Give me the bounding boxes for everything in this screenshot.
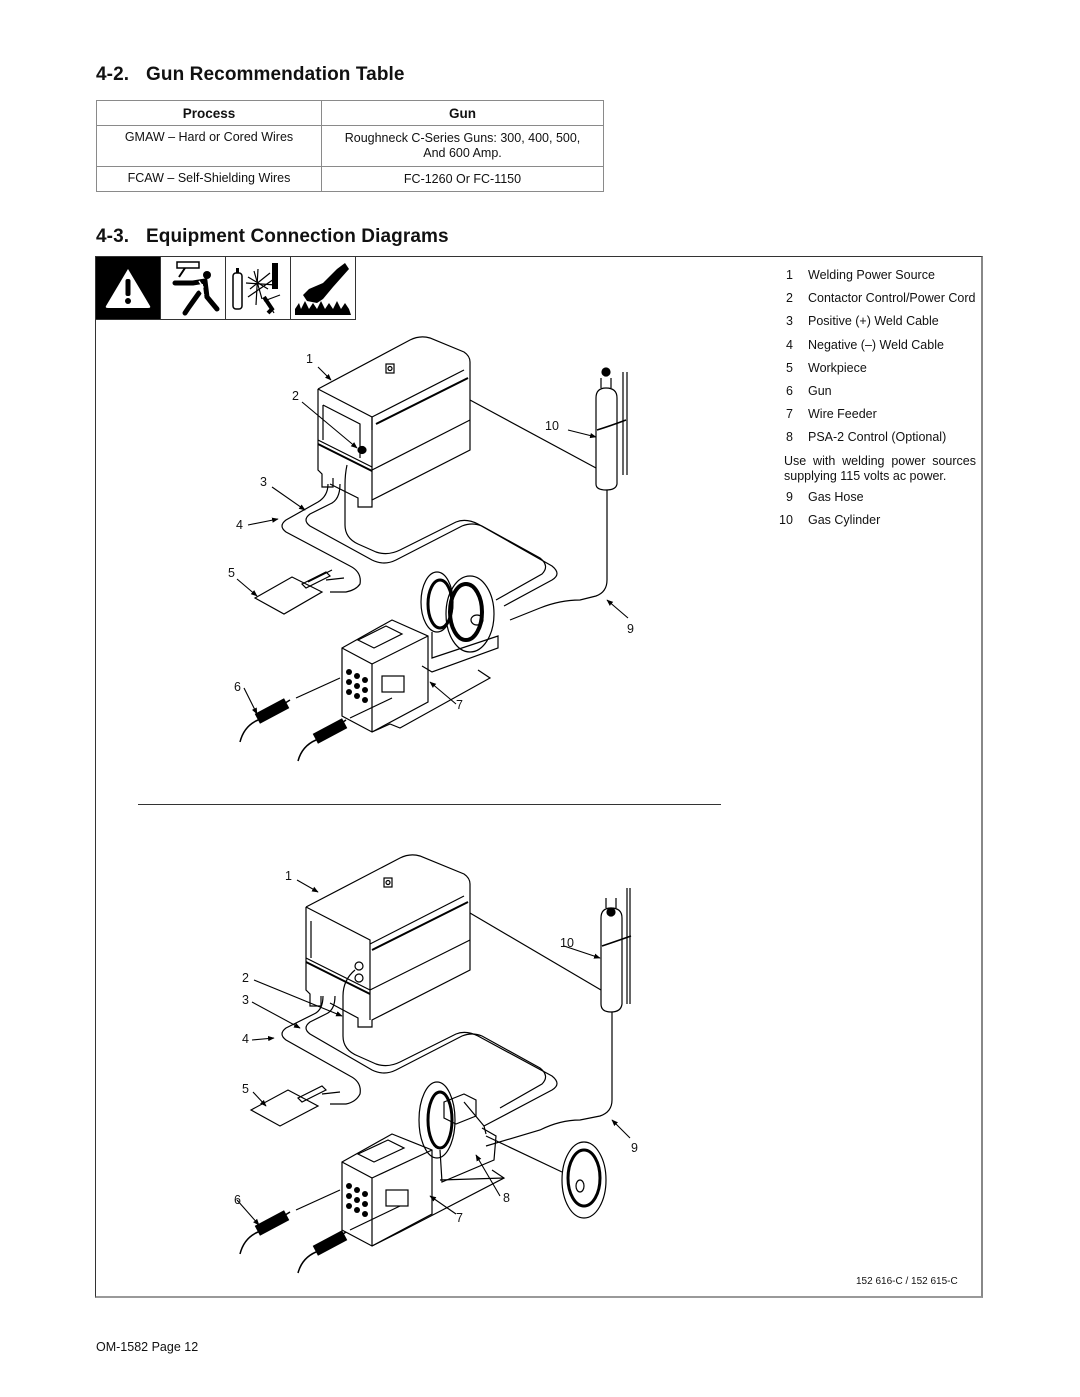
callout-10: 10 — [560, 936, 574, 950]
callout-8: 8 — [503, 1191, 510, 1205]
part-numbers: 152 616-C / 152 615-C — [856, 1276, 958, 1287]
callout-5: 5 — [228, 566, 235, 580]
callout-3: 3 — [242, 993, 249, 1007]
bottom-diagram — [239, 854, 632, 1274]
callout-4: 4 — [236, 518, 243, 532]
callout-1: 1 — [285, 869, 292, 883]
callout-2: 2 — [292, 389, 299, 403]
callout-6: 6 — [234, 680, 241, 694]
callout-4: 4 — [242, 1032, 249, 1046]
callout-6: 6 — [234, 1193, 241, 1207]
callout-9: 9 — [627, 622, 634, 636]
gun-drawing — [239, 1189, 401, 1274]
callout-5: 5 — [242, 1082, 249, 1096]
gas-cylinder-drawing — [469, 888, 632, 1013]
page-footer: OM-1582 Page 12 — [96, 1340, 199, 1354]
callout-2: 2 — [242, 971, 249, 985]
diagram-divider — [138, 804, 721, 805]
callout-1: 1 — [306, 352, 313, 366]
welding-power-source-drawing — [317, 336, 471, 508]
wire-feeder-drawing — [341, 1133, 506, 1247]
callout-7: 7 — [456, 1211, 463, 1225]
connection-diagrams — [236, 336, 632, 1274]
callout-9: 9 — [631, 1141, 638, 1155]
wire-spool-drawing — [418, 1081, 607, 1219]
callout-3: 3 — [260, 475, 267, 489]
gun-drawing — [239, 677, 393, 762]
welding-power-source-drawing — [305, 854, 471, 1028]
callout-10: 10 — [545, 419, 559, 433]
callout-7: 7 — [456, 698, 463, 712]
wire-feeder-drawing — [341, 619, 492, 733]
wire-spool-drawing — [420, 571, 499, 673]
